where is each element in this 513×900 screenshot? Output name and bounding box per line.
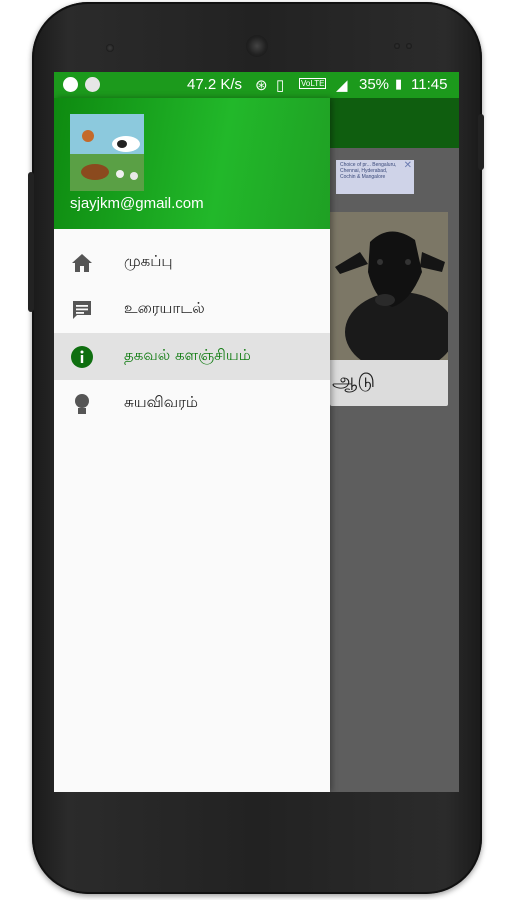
card-label: ஆடு [332, 368, 376, 392]
menu-item-profile[interactable]: சுயவிவரம் [54, 380, 330, 427]
signal-icon: ◢ [336, 77, 348, 94]
menu-item-home[interactable]: முகப்பு [54, 239, 330, 286]
phone-screen: 47.2 K/s ⊛ ▯ VoLTE ◢ 35% ▮ 11:45 Choice … [54, 72, 459, 792]
drawer-menu: முகப்பு உரையாடல் தகவல் களஞ்சியம் சுயவிவர… [54, 239, 330, 427]
sensor-dot-right-2 [406, 43, 412, 49]
goat-image [330, 212, 448, 360]
menu-item-label: முகப்பு [124, 252, 173, 270]
drawer-header: sjayjkm@gmail.com [54, 98, 330, 229]
status-bar: 47.2 K/s ⊛ ▯ VoLTE ◢ 35% ▮ 11:45 [54, 72, 459, 98]
user-email: sjayjkm@gmail.com [70, 195, 204, 212]
ad-banner[interactable]: Choice of pr... Bengaluru, Chennai, Hyde… [336, 160, 414, 194]
chat-icon [73, 301, 91, 319]
sensor-dot-right [394, 43, 400, 49]
volume-button [28, 172, 34, 312]
volte-badge: VoLTE [299, 78, 327, 89]
front-camera [246, 35, 268, 57]
menu-item-chat[interactable]: உரையாடல் [54, 286, 330, 333]
home-icon [72, 254, 92, 272]
info-icon [71, 346, 93, 368]
menu-item-label: சுயவிவரம் [124, 393, 198, 411]
navigation-drawer: sjayjkm@gmail.com முகப்பு உரையாடல் தகவல்… [54, 98, 330, 792]
menu-item-info[interactable]: தகவல் களஞ்சியம் [54, 333, 330, 380]
sensor-dot [106, 44, 114, 52]
goat-card[interactable]: ஆடு [330, 212, 448, 406]
battery-percent: 35% [359, 76, 390, 93]
menu-item-label: உரையாடல் [124, 299, 205, 317]
hotspot-icon: ⊛ [255, 77, 268, 94]
network-speed: 47.2 K/s [187, 76, 243, 93]
clock: 11:45 [411, 76, 448, 93]
profile-icon [75, 394, 89, 414]
power-button [478, 114, 484, 170]
close-icon[interactable]: ✕ [404, 160, 412, 171]
menu-item-label: தகவல் களஞ்சியம் [124, 346, 251, 364]
avatar[interactable] [70, 114, 144, 191]
vibrate-icon: ▯ [276, 77, 285, 94]
ad-text: Choice of pr... Bengaluru, Chennai, Hyde… [340, 162, 397, 180]
telegram-icon [63, 77, 78, 92]
battery-icon: ▮ [395, 76, 403, 91]
notification-icon [85, 77, 100, 92]
